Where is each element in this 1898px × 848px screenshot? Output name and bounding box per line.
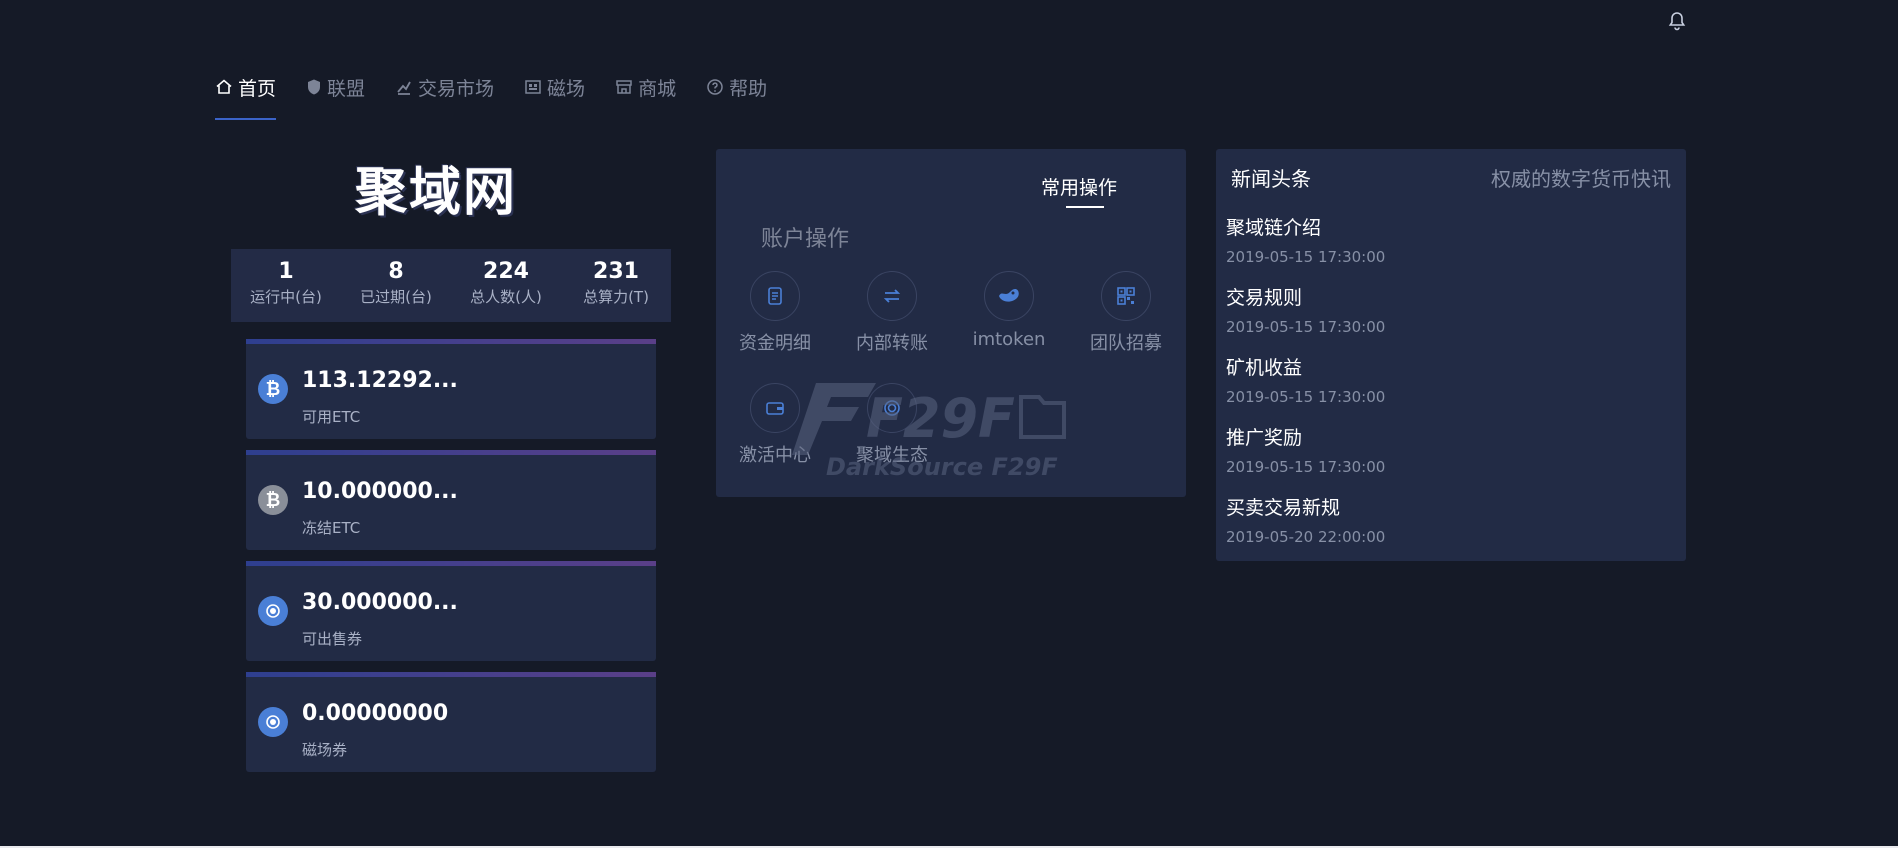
- stat-label: 总人数(人): [470, 288, 542, 306]
- nav-help[interactable]: 帮助: [706, 70, 767, 104]
- op-internal-transfer[interactable]: 内部转账: [842, 271, 942, 355]
- stat-total-users: 224 总人数(人): [451, 249, 561, 322]
- help-icon: [707, 79, 723, 95]
- op-label: 聚域生态: [856, 445, 928, 466]
- news-item-date: 2019-05-15 17:30:00: [1226, 388, 1386, 406]
- wallet-value: 0.00000000: [302, 701, 449, 726]
- stat-running: 1 运行中(台): [231, 249, 341, 322]
- nav-shop[interactable]: 商城: [615, 70, 676, 104]
- wallet-card-available-etc[interactable]: ₿ 113.12292... 可用ETC: [246, 339, 656, 439]
- nav-label: 联盟: [327, 77, 366, 100]
- op-label: imtoken: [972, 329, 1046, 350]
- document-icon: [750, 271, 800, 321]
- bitcoin-icon: ₿: [258, 374, 288, 404]
- site-logo: 聚域网: [355, 162, 518, 223]
- news-panel: 新闻头条 权威的数字货币快讯 聚域链介绍 2019-05-15 17:30:00…: [1216, 149, 1686, 561]
- stat-value: 224: [483, 259, 529, 284]
- op-ecosystem[interactable]: 聚域生态: [842, 383, 942, 467]
- op-label: 资金明细: [739, 333, 811, 354]
- op-label: 内部转账: [856, 333, 928, 354]
- wallet-card-field-coupon[interactable]: 0.00000000 磁场券: [246, 672, 656, 772]
- nav-label: 商城: [638, 77, 677, 100]
- wallet-label: 冻结ETC: [302, 519, 361, 537]
- transfer-icon: [867, 271, 917, 321]
- common-operations-panel: 常用操作 账户操作 资金明细 内部转账 imtoken 团队招募 激活中心 聚域…: [716, 149, 1186, 497]
- wallet-value: 10.000000...: [302, 479, 458, 504]
- news-heading: 新闻头条: [1231, 167, 1311, 191]
- coupon-icon: [258, 707, 288, 737]
- news-item[interactable]: 买卖交易新规 2019-05-20 22:00:00: [1226, 493, 1666, 546]
- wallet-label: 磁场券: [302, 741, 348, 759]
- news-subheading: 权威的数字货币快讯: [1491, 167, 1671, 191]
- news-item[interactable]: 矿机收益 2019-05-15 17:30:00: [1226, 353, 1666, 406]
- op-activation-center[interactable]: 激活中心: [725, 383, 825, 467]
- news-item-date: 2019-05-15 17:30:00: [1226, 458, 1386, 476]
- nav-field[interactable]: 磁场: [524, 70, 585, 104]
- stat-value: 8: [388, 259, 404, 284]
- news-item-title: 买卖交易新规: [1226, 497, 1341, 519]
- news-item-date: 2019-05-15 17:30:00: [1226, 318, 1386, 336]
- qrcode-icon: [1101, 271, 1151, 321]
- op-imtoken[interactable]: imtoken: [959, 271, 1059, 350]
- wallet-icon: [750, 383, 800, 433]
- wallet-value: 113.12292...: [302, 368, 458, 393]
- op-team-recruit[interactable]: 团队招募: [1076, 271, 1176, 355]
- news-item-title: 交易规则: [1226, 287, 1303, 309]
- news-item[interactable]: 聚域链介绍 2019-05-15 17:30:00: [1226, 213, 1666, 266]
- coupon-icon: [258, 596, 288, 626]
- op-label: 激活中心: [739, 445, 811, 466]
- op-label: 团队招募: [1090, 333, 1162, 354]
- wallet-label: 可用ETC: [302, 408, 361, 426]
- ecosystem-icon: [867, 383, 917, 433]
- nav-label: 帮助: [729, 77, 768, 100]
- section-title-account-operations: 账户操作: [761, 227, 850, 252]
- nav-label: 交易市场: [418, 77, 495, 100]
- wallet-label: 可出售券: [302, 630, 363, 648]
- news-item[interactable]: 交易规则 2019-05-15 17:30:00: [1226, 283, 1666, 336]
- stat-total-hashrate: 231 总算力(T): [561, 249, 671, 322]
- news-item-title: 推广奖励: [1226, 427, 1303, 449]
- nav-label: 首页: [238, 77, 277, 100]
- nav-alliance[interactable]: 联盟: [306, 70, 365, 104]
- stat-value: 231: [593, 259, 639, 284]
- wallet-card-sellable-coupon[interactable]: 30.000000... 可出售券: [246, 561, 656, 661]
- nav-label: 磁场: [547, 77, 586, 100]
- news-item[interactable]: 推广奖励 2019-05-15 17:30:00: [1226, 423, 1666, 476]
- bitcoin-icon: ₿: [258, 485, 288, 515]
- home-icon: [216, 79, 232, 94]
- news-item-date: 2019-05-20 22:00:00: [1226, 528, 1386, 546]
- main-nav: 首页 联盟 交易市场 磁场 商城 帮助: [215, 70, 797, 122]
- stat-value: 1: [278, 259, 294, 284]
- tab-common-operations[interactable]: 常用操作: [1041, 173, 1117, 208]
- imtoken-icon: [984, 271, 1034, 321]
- op-fund-details[interactable]: 资金明细: [725, 271, 825, 355]
- wallet-value: 30.000000...: [302, 590, 458, 615]
- stat-label: 运行中(台): [250, 288, 322, 306]
- stat-label: 已过期(台): [360, 288, 432, 306]
- news-item-title: 聚域链介绍: [1226, 217, 1322, 239]
- stat-expired: 8 已过期(台): [341, 249, 451, 322]
- exchange-icon: [397, 81, 411, 95]
- news-item-title: 矿机收益: [1226, 357, 1303, 379]
- shield-icon: [308, 79, 321, 95]
- nav-market[interactable]: 交易市场: [395, 70, 494, 104]
- notification-bell-icon[interactable]: [1666, 10, 1688, 32]
- stats-panel: 1 运行中(台) 8 已过期(台) 224 总人数(人) 231 总算力(T): [231, 249, 671, 322]
- stat-label: 总算力(T): [583, 288, 649, 306]
- shop-icon: [616, 80, 632, 94]
- field-icon: [525, 80, 541, 94]
- wallet-card-frozen-etc[interactable]: ₿ 10.000000... 冻结ETC: [246, 450, 656, 550]
- news-item-date: 2019-05-15 17:30:00: [1226, 248, 1386, 266]
- nav-home[interactable]: 首页: [215, 70, 277, 120]
